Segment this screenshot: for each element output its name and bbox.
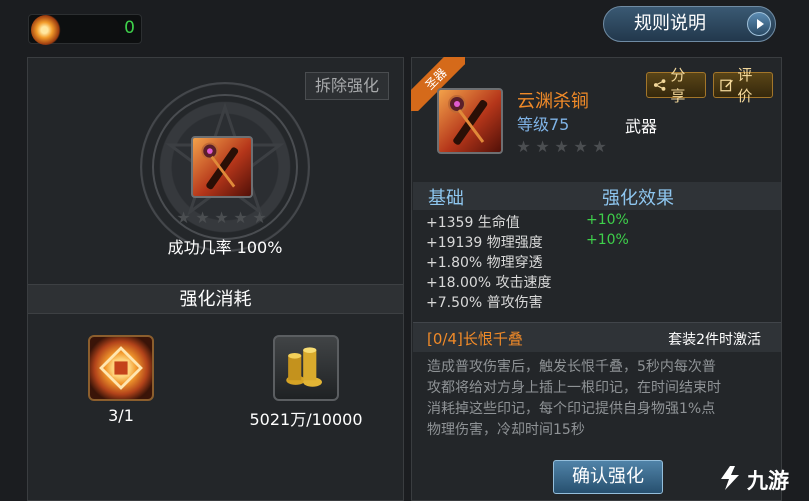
star-icon: ★ [573,137,588,156]
share-button[interactable]: 分享 [646,66,706,105]
confirm-enhance-button[interactable]: 确认强化 [553,460,663,494]
set-header: [0/4]长恨千叠 套装2件时激活 [413,322,781,352]
review-button-label: 评价 [737,66,753,105]
star-icon: ★ [214,208,229,227]
gold-quantity: 5021万/10000 [249,410,363,429]
star-icon: ★ [176,208,191,227]
set-description-line: 造成普攻伤害后，触发长恨千叠，5秒内每次普 [427,359,716,375]
edit-icon [720,79,733,92]
star-icon: ★ [233,208,248,227]
stat-bonus: +10% [586,212,629,228]
share-icon [653,79,666,91]
stat-row: +19139 物理强度 [426,235,543,251]
material-quantity: 3/1 [108,406,134,425]
stat-row: +18.00% 攻击速度 [426,275,552,291]
rules-button-label: 规则说明 [634,13,706,34]
cost-header: 强化消耗 [28,284,403,314]
star-icon: ★ [554,137,569,156]
base-stats-label: 基础 [428,188,464,209]
item-name: 云渊杀锏 [517,91,589,112]
review-button[interactable]: 评价 [713,66,773,105]
set-description-line: 攻都将给对方身上插上一根印记，在时间结束时 [427,380,721,396]
stat-row: +1.80% 物理穿透 [426,255,543,271]
set-name: [0/4]长恨千叠 [427,330,523,348]
share-button-label: 分享 [670,66,686,105]
enhance-effect-label: 强化效果 [602,188,674,209]
star-icon: ★ [535,137,550,156]
item-star-rating: ★ ★ ★ ★ ★ [515,138,608,155]
stat-row: +1359 生命值 [426,215,520,231]
jiuyou-logo-icon [721,466,739,490]
currency-display: 0 [28,14,142,45]
star-icon: ★ [252,208,267,227]
set-description: 造成普攻伤害后，触发长恨千叠，5秒内每次普 攻都将给对方身上插上一根印记，在时间… [427,357,772,441]
stat-bonus: +10% [586,232,629,248]
stat-row: +7.50% 普攻伤害 [426,295,543,311]
item-level: 等级75 [517,115,570,134]
set-activate-condition: 套装2件时激活 [668,332,761,348]
enhance-stone-icon[interactable] [88,335,154,401]
star-icon: ★ [592,137,607,156]
enhance-star-rating: ★ ★ ★ ★ ★ [175,209,268,226]
fire-orb-icon [31,15,61,45]
dismantle-enhance-button[interactable]: 拆除强化 [305,72,389,100]
watermark-text: 九游 [747,469,789,493]
gold-coins-icon[interactable] [273,335,339,401]
item-type: 武器 [625,117,658,136]
set-description-line: 物理伤害，冷却时间15秒 [427,422,585,438]
set-description-line: 消耗掉这些印记，每个印记提供自身物强1%点 [427,401,716,417]
success-rate: 成功几率 100% [167,238,283,257]
star-icon: ★ [516,137,531,156]
arrow-right-icon [747,12,771,36]
currency-amount: 0 [124,18,135,38]
mace-weapon-icon[interactable] [437,88,503,154]
watermark-logo: 九游 [715,455,809,501]
mace-weapon-icon[interactable] [191,136,253,198]
stats-header: 基础 强化效果 [413,182,781,210]
star-icon: ★ [195,208,210,227]
rules-button[interactable]: 规则说明 [603,6,776,42]
